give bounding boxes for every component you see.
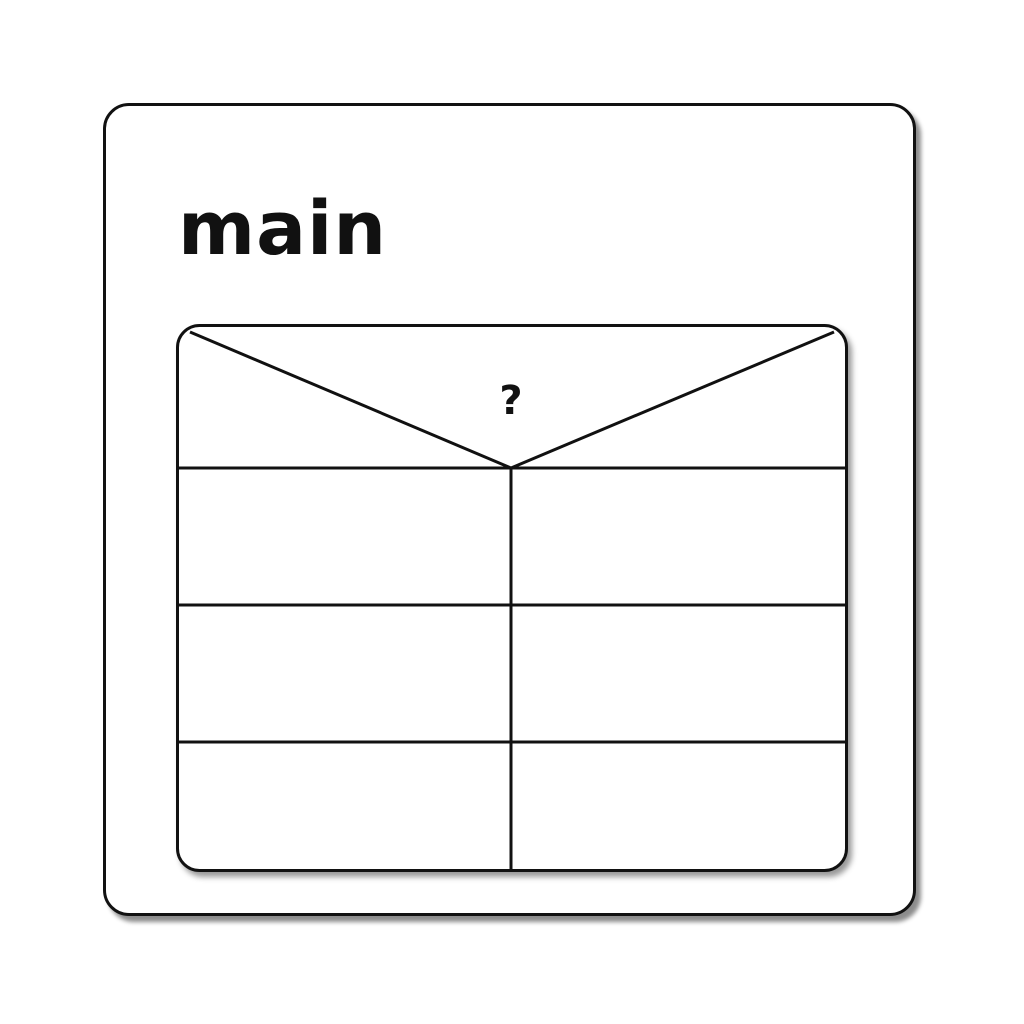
table-cell — [513, 745, 844, 867]
table-cell — [180, 471, 509, 603]
table-cell — [180, 608, 509, 740]
table-cell — [513, 471, 844, 603]
decision-table: ? — [176, 324, 848, 872]
frame-title: main — [178, 186, 388, 272]
table-cell — [513, 608, 844, 740]
condition-label: ? — [499, 378, 522, 424]
table-cell — [180, 745, 509, 867]
